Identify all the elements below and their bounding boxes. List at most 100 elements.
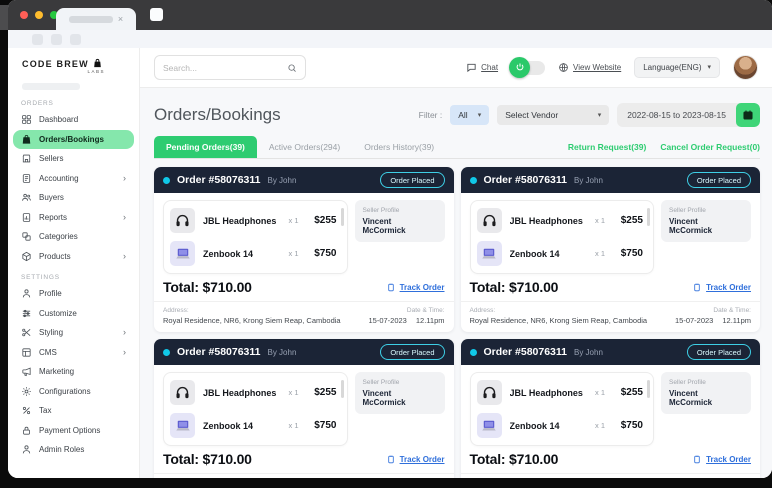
main-column: Chat View Website Language(ENG) ▾ — [140, 48, 772, 478]
seller-profile-link[interactable]: Vincent McCormick — [363, 217, 437, 235]
track-order-link[interactable]: Track Order — [386, 454, 445, 465]
track-order-link[interactable]: Track Order — [386, 282, 445, 293]
sidebar-item-label: Marketing — [39, 367, 74, 376]
sidebar-item-dashboard[interactable]: Dashboard — [13, 110, 134, 130]
laptop-thumb — [170, 413, 195, 438]
close-window-button[interactable] — [20, 11, 28, 19]
sidebar-item-products[interactable]: Products› — [13, 247, 134, 267]
seller-profile-link[interactable]: Vincent McCormick — [363, 389, 437, 407]
sidebar-item-tax[interactable]: Tax — [13, 401, 134, 421]
view-website-link[interactable]: View Website — [558, 62, 621, 73]
search-input[interactable] — [163, 63, 281, 73]
chat-link[interactable]: Chat — [466, 62, 498, 73]
order-card-footer: Address:Royal Residence, NR6, Krong Siem… — [461, 301, 761, 332]
tab-orders-history[interactable]: Orders History(39) — [352, 136, 446, 158]
order-id: Order #58076311 — [177, 346, 261, 358]
item-name: JBL Headphones — [510, 216, 587, 226]
vendor-select[interactable]: Select Vendor ▾ — [497, 105, 609, 125]
date-value: 15-07-2023 — [675, 316, 713, 325]
order-items-list: JBL Headphonesx 1$255Zenbook 14x 1$750 — [163, 372, 348, 446]
scrollbar-thumb[interactable] — [647, 208, 650, 226]
sidebar-item-payment-options[interactable]: Payment Options — [13, 421, 134, 441]
order-card: Order #58076311By JohnOrder PlacedJBL He… — [154, 339, 454, 478]
orders-tabs: Pending Orders(39) Active Orders(294) Or… — [154, 136, 760, 159]
sidebar-item-configurations[interactable]: Configurations — [13, 382, 134, 402]
filter-select[interactable]: All ▾ — [450, 105, 489, 125]
sidebar-item-customize[interactable]: Customize — [13, 304, 134, 324]
tab-active-orders[interactable]: Active Orders(294) — [257, 136, 352, 158]
language-select[interactable]: Language(ENG) ▾ — [634, 57, 720, 78]
headphones-thumb — [170, 208, 195, 233]
track-order-icon — [386, 454, 396, 465]
seller-profile-box: Seller ProfileVincent McCormick — [661, 200, 751, 242]
tab-title-blurred — [69, 16, 113, 23]
chevron-down-icon: ▾ — [598, 112, 602, 119]
laptop-thumb — [170, 241, 195, 266]
scrollbar-thumb[interactable] — [341, 208, 344, 226]
chat-icon — [466, 62, 477, 73]
reload-button-blurred[interactable] — [70, 34, 81, 45]
storefront-icon — [21, 153, 32, 164]
address-block: Address:Royal Residence, NR6, Krong Siem… — [163, 307, 341, 325]
orders-grid: Order #58076311By JohnOrder PlacedJBL He… — [154, 167, 760, 478]
calendar-button[interactable] — [736, 103, 760, 127]
status-toggle[interactable] — [511, 61, 545, 75]
laptop-thumb — [477, 241, 502, 266]
item-name: Zenbook 14 — [510, 249, 587, 259]
browser-tab[interactable]: × — [56, 8, 136, 30]
scrollbar-thumb[interactable] — [647, 380, 650, 398]
tab-close-icon[interactable]: × — [118, 15, 123, 24]
sidebar-item-profile[interactable]: Profile — [13, 284, 134, 304]
sidebar-item-label: Products — [39, 252, 71, 261]
track-order-icon — [692, 454, 702, 465]
seller-profile-link[interactable]: Vincent McCormick — [669, 389, 743, 407]
sidebar-item-reports[interactable]: Reports› — [13, 208, 134, 228]
tab-pending-orders[interactable]: Pending Orders(39) — [154, 136, 257, 158]
sidebar-item-categories[interactable]: Categories — [13, 227, 134, 247]
logo: CODE BREW LABS — [8, 48, 139, 76]
chevron-down-icon: ▾ — [478, 112, 482, 119]
track-order-icon — [692, 282, 702, 293]
back-button-blurred[interactable] — [32, 34, 43, 45]
datetime-label: Date & Time: — [368, 307, 444, 314]
track-order-link[interactable]: Track Order — [692, 454, 751, 465]
sidebar-item-sellers[interactable]: Sellers — [13, 149, 134, 169]
date-range-field[interactable]: 2022-08-15 to 2023-08-15 — [617, 103, 760, 127]
return-request-link[interactable]: Return Request(39) — [568, 142, 646, 152]
seller-profile-box: Seller ProfileVincent McCormick — [355, 372, 445, 414]
sidebar-item-cms[interactable]: CMS› — [13, 343, 134, 363]
order-item: JBL Headphonesx 1$255 — [477, 204, 644, 237]
avatar[interactable] — [733, 55, 758, 80]
seller-profile-link[interactable]: Vincent McCormick — [669, 217, 743, 235]
address-value: Royal Residence, NR6, Krong Siem Reap, C… — [163, 316, 341, 325]
order-by: By John — [574, 348, 603, 357]
cancel-order-request-link[interactable]: Cancel Order Request(0) — [660, 142, 760, 152]
sidebar-item-label: Payment Options — [39, 426, 100, 435]
sidebar-item-marketing[interactable]: Marketing — [13, 362, 134, 382]
track-order-link[interactable]: Track Order — [692, 282, 751, 293]
order-card-footer: Address:Royal Residence, NR6, Krong Siem… — [154, 301, 454, 332]
configurations-icon — [21, 386, 32, 397]
sidebar-item-admin-roles[interactable]: Admin Roles — [13, 440, 134, 460]
headphones-thumb — [477, 208, 502, 233]
sidebar-item-styling[interactable]: Styling› — [13, 323, 134, 343]
sidebar-item-orders-bookings[interactable]: Orders/Bookings — [13, 130, 134, 150]
sidebar-item-accounting[interactable]: Accounting› — [13, 169, 134, 189]
sidebar-item-buyers[interactable]: Buyers — [13, 188, 134, 208]
sidebar-item-label: Dashboard — [39, 115, 78, 124]
item-name: Zenbook 14 — [203, 421, 280, 431]
forward-button-blurred[interactable] — [51, 34, 62, 45]
nav-section-label: SETTINGS — [8, 266, 139, 284]
item-qty: x 1 — [595, 388, 605, 397]
scrollbar-thumb[interactable] — [341, 380, 344, 398]
track-order-label: Track Order — [706, 455, 751, 464]
categories-icon — [21, 231, 32, 242]
marketing-icon — [21, 366, 32, 377]
new-tab-button[interactable] — [150, 8, 163, 21]
seller-profile-label: Seller Profile — [669, 379, 743, 386]
minimize-window-button[interactable] — [35, 11, 43, 19]
status-dot-icon — [163, 177, 170, 184]
time-value: 12.11pm — [722, 316, 751, 325]
sidebar-item-label: Orders/Bookings — [39, 135, 104, 144]
sidebar: CODE BREW LABS ORDERS DashboardOrders/Bo… — [8, 48, 140, 478]
